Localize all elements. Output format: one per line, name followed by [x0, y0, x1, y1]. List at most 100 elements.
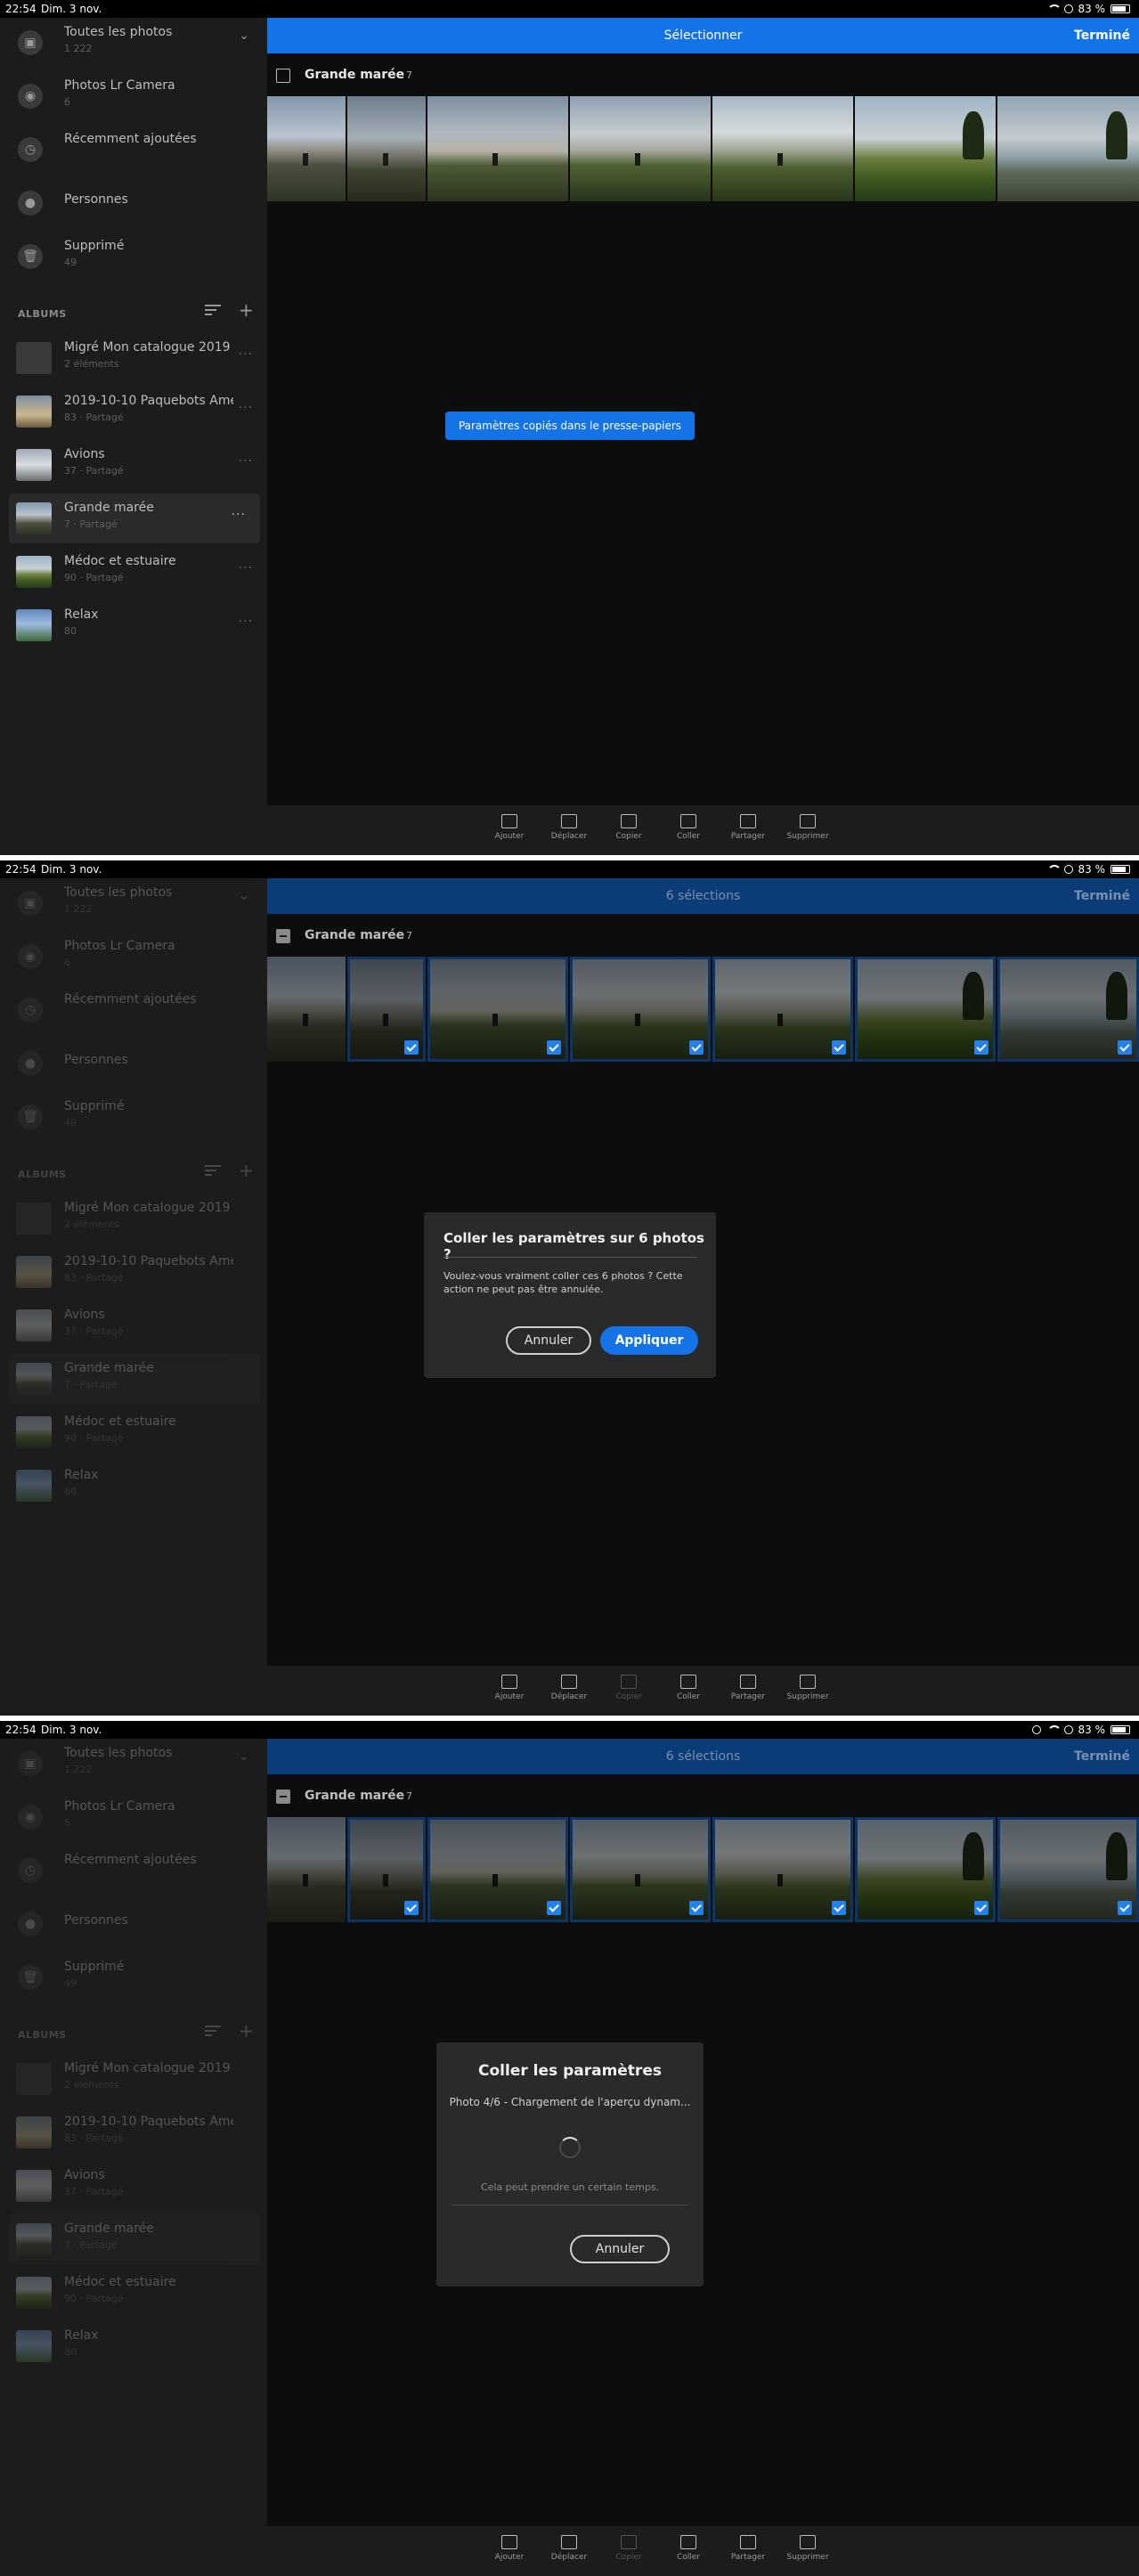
cancel-button[interactable]: Annuler [506, 1326, 591, 1355]
add-button[interactable]: Ajouter [483, 1671, 536, 1701]
add-button[interactable]: Ajouter [483, 811, 536, 841]
check-icon[interactable] [547, 1040, 561, 1055]
chevron-down-icon[interactable]: ⌄ [239, 1749, 249, 1764]
sidebar-album-grande-maree[interactable]: Grande marée 7 · Partagé [9, 2214, 260, 2264]
copy-button[interactable]: Copier [602, 811, 655, 841]
share-button[interactable]: Partager [721, 1671, 775, 1701]
sidebar-item-recent[interactable]: ◷ Récemment ajoutées [0, 1846, 267, 1895]
sidebar-album-medoc[interactable]: Médoc et estuaire 90 · Partagé [0, 1407, 267, 1457]
delete-button[interactable]: Supprimer [781, 811, 834, 841]
delete-button[interactable]: Supprimer [781, 1671, 834, 1701]
check-icon[interactable] [689, 1901, 704, 1915]
photo-thumb-selected[interactable] [712, 1817, 853, 1922]
sidebar-album-grande-maree[interactable]: Grande marée 7 · Partagé [9, 1354, 260, 1404]
photo-thumb-selected[interactable] [997, 1817, 1139, 1922]
photo-thumb[interactable] [855, 96, 996, 201]
sidebar-album-avions[interactable]: Avions 37 · Partagé [0, 2161, 267, 2211]
sort-icon[interactable] [205, 1165, 221, 1178]
sidebar-item-lr-camera[interactable]: ◉ Photos Lr Camera 6 [0, 1792, 267, 1842]
photo-thumb[interactable] [427, 96, 568, 201]
photo-thumb-selected[interactable] [997, 957, 1139, 1062]
sidebar-album-migre[interactable]: Migré Mon catalogue 2019 2 éléments [0, 1194, 267, 1243]
more-icon[interactable]: ··· [239, 401, 253, 415]
add-button[interactable]: Ajouter [483, 2531, 536, 2562]
photo-thumb[interactable] [267, 957, 346, 1062]
sidebar-album-paquebots[interactable]: 2019-10-10 Paquebots Amera & S... 83 · P… [0, 2107, 267, 2157]
paste-button[interactable]: Coller [662, 2531, 715, 2562]
photo-thumb-selected[interactable] [427, 957, 568, 1062]
done-button[interactable]: Terminé [1074, 1739, 1130, 1774]
delete-button[interactable]: Supprimer [781, 2531, 834, 2562]
sidebar-item-lr-camera[interactable]: ◉ Photos Lr Camera 6 [0, 71, 267, 121]
sidebar-item-lr-camera[interactable]: ◉ Photos Lr Camera 6 [0, 932, 267, 982]
sidebar-album-avions[interactable]: Avions 37 · Partagé [0, 1300, 267, 1350]
chevron-down-icon[interactable]: ⌄ [239, 889, 249, 903]
sidebar-album-relax[interactable]: Relax 80 ··· [0, 600, 267, 650]
more-icon[interactable]: ··· [239, 561, 253, 575]
sidebar-album-grande-maree[interactable]: Grande marée 7 · Partagé ··· [9, 493, 260, 543]
move-button[interactable]: Déplacer [542, 2531, 596, 2562]
photo-thumb-selected[interactable] [855, 957, 996, 1062]
sidebar-album-migre[interactable]: Migré Mon catalogue 2019 2 éléments [0, 2054, 267, 2104]
photo-thumb[interactable] [997, 96, 1139, 201]
sidebar-item-people[interactable]: ● Personnes [0, 1039, 267, 1088]
photo-thumb[interactable] [712, 96, 853, 201]
select-all-checkbox[interactable] [276, 929, 290, 943]
sort-icon[interactable] [205, 2026, 221, 2038]
done-button[interactable]: Terminé [1074, 878, 1130, 914]
sidebar-album-medoc[interactable]: Médoc et estuaire 90 · Partagé ··· [0, 547, 267, 597]
paste-button[interactable]: Coller [662, 1671, 715, 1701]
paste-button[interactable]: Coller [662, 811, 715, 841]
photo-thumb-selected[interactable] [347, 1817, 426, 1922]
sidebar-item-recent[interactable]: ◷ Récemment ajoutées [0, 985, 267, 1035]
sidebar-item-deleted[interactable]: 🗑 Supprimé 49 [0, 1092, 267, 1142]
add-album-icon[interactable]: + [239, 299, 254, 321]
photo-thumb-selected[interactable] [570, 957, 711, 1062]
photo-thumb[interactable] [347, 96, 426, 201]
sidebar-album-paquebots[interactable]: 2019-10-10 Paquebots Amera & S... 83 · P… [0, 387, 267, 436]
chevron-down-icon[interactable]: ⌄ [239, 29, 249, 43]
check-icon[interactable] [404, 1901, 419, 1915]
more-icon[interactable]: ··· [239, 615, 253, 629]
check-icon[interactable] [1118, 1901, 1132, 1915]
sidebar-item-all-photos[interactable]: ▣ Toutes les photos 1 222 ⌄ [0, 878, 267, 928]
copy-button[interactable]: Copier [602, 2531, 655, 2562]
apply-button[interactable]: Appliquer [600, 1326, 698, 1355]
sort-icon[interactable] [205, 305, 221, 317]
select-all-checkbox[interactable] [276, 69, 290, 83]
copy-button[interactable]: Copier [602, 1671, 655, 1701]
photo-thumb-selected[interactable] [427, 1817, 568, 1922]
share-button[interactable]: Partager [721, 2531, 775, 2562]
photo-thumb-selected[interactable] [570, 1817, 711, 1922]
check-icon[interactable] [404, 1040, 419, 1055]
share-button[interactable]: Partager [721, 811, 775, 841]
photo-thumb[interactable] [267, 96, 346, 201]
sidebar-item-people[interactable]: ● Personnes [0, 1899, 267, 1949]
sidebar-album-medoc[interactable]: Médoc et estuaire 90 · Partagé [0, 2268, 267, 2318]
check-icon[interactable] [689, 1040, 704, 1055]
check-icon[interactable] [547, 1901, 561, 1915]
check-icon[interactable] [832, 1901, 846, 1915]
photo-thumb-selected[interactable] [347, 957, 426, 1062]
add-album-icon[interactable]: + [239, 2020, 254, 2042]
select-all-checkbox[interactable] [276, 1789, 290, 1804]
photo-thumb[interactable] [267, 1817, 346, 1922]
move-button[interactable]: Déplacer [542, 1671, 596, 1701]
cancel-button[interactable]: Annuler [570, 2235, 670, 2263]
move-button[interactable]: Déplacer [542, 811, 596, 841]
done-button[interactable]: Terminé [1074, 18, 1130, 53]
check-icon[interactable] [1118, 1040, 1132, 1055]
sidebar-item-deleted[interactable]: 🗑 Supprimé 49 [0, 1952, 267, 2002]
sidebar-item-all-photos[interactable]: ▣ Toutes les photos 1 222 ⌄ [0, 18, 267, 68]
sidebar-album-paquebots[interactable]: 2019-10-10 Paquebots Amera & S... 83 · P… [0, 1247, 267, 1297]
check-icon[interactable] [974, 1040, 988, 1055]
add-album-icon[interactable]: + [239, 1160, 254, 1181]
photo-thumb[interactable] [570, 96, 711, 201]
check-icon[interactable] [974, 1901, 988, 1915]
sidebar-item-deleted[interactable]: 🗑 Supprimé 49 [0, 232, 267, 281]
sidebar-item-all-photos[interactable]: ▣ Toutes les photos 1 222 ⌄ [0, 1739, 267, 1789]
sidebar-album-migre[interactable]: Migré Mon catalogue 2019 2 éléments ··· [0, 333, 267, 383]
sidebar-item-people[interactable]: ● Personnes [0, 178, 267, 228]
more-icon[interactable]: ··· [232, 508, 246, 522]
sidebar-album-relax[interactable]: Relax 80 [0, 2321, 267, 2371]
